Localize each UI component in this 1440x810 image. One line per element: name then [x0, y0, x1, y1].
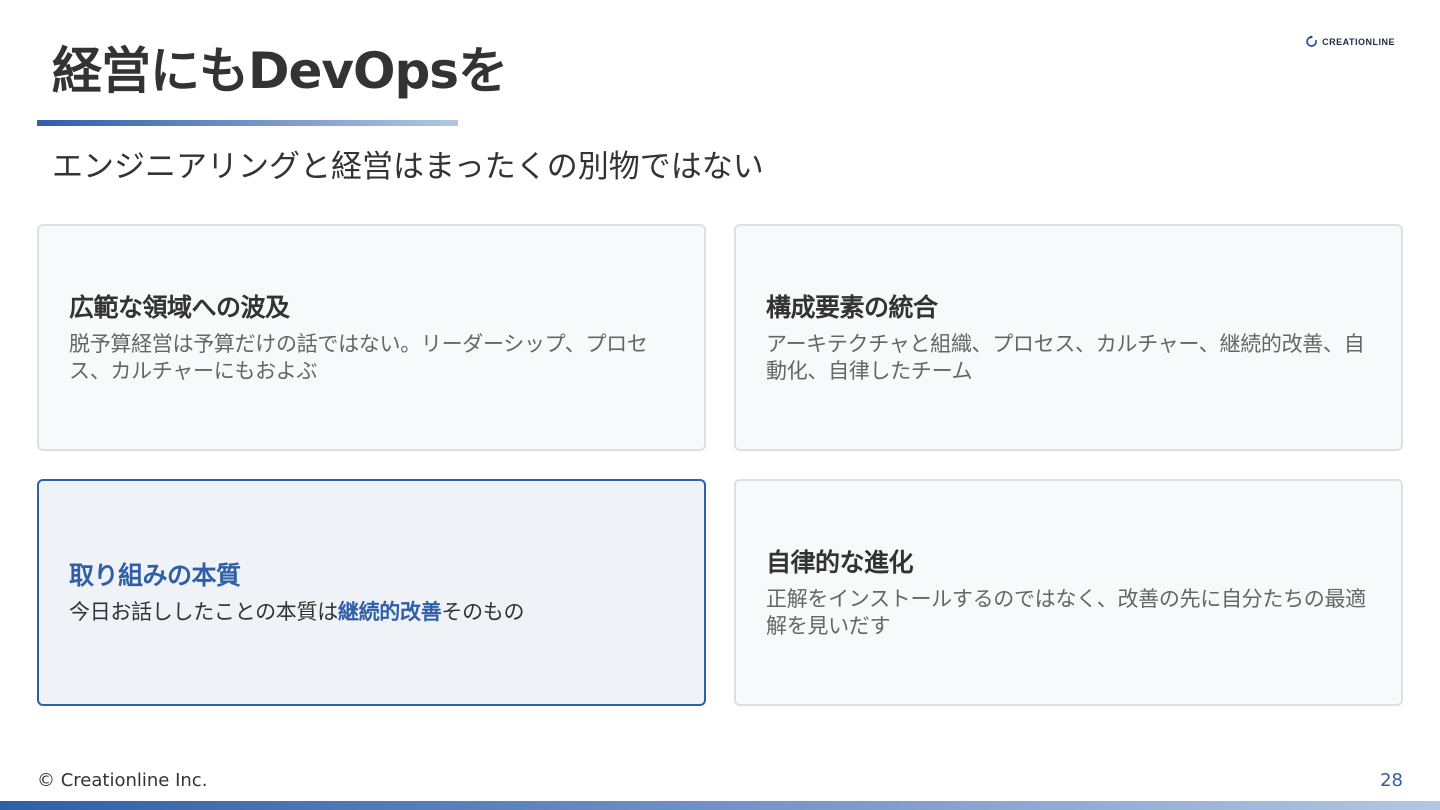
card-broad-impact: 広範な領域への波及 脱予算経営は予算だけの話ではない。リーダーシップ、プロセス、…	[37, 224, 706, 451]
card-body: 今日お話ししたことの本質は継続的改善そのもの	[69, 599, 674, 626]
card-body-emphasis: 継続的改善	[337, 600, 442, 624]
card-body-prefix: 今日お話ししたことの本質は	[69, 600, 338, 624]
creationline-logo: CREATIONLINE	[1305, 35, 1395, 48]
card-body: 正解をインストールするのではなく、改善の先に自分たちの最適解を見いだす	[766, 586, 1366, 638]
card-title: 取り組みの本質	[69, 561, 241, 590]
title-underline	[37, 120, 458, 126]
card-essence-highlighted: 取り組みの本質 今日お話ししたことの本質は継続的改善そのもの	[37, 479, 706, 706]
logo-text: CREATIONLINE	[1322, 36, 1395, 47]
card-body: アーキテクチャと組織、プロセス、カルチャー、継続的改善、自動化、自律したチーム	[766, 331, 1365, 383]
card-title: 構成要素の統合	[766, 292, 938, 322]
slide-title: 経営にもDevOpsを	[52, 42, 508, 100]
card-body: 脱予算経営は予算だけの話ではない。リーダーシップ、プロセス、カルチャーにもおよぶ	[69, 331, 648, 383]
circular-arrow-logo-icon	[1306, 35, 1318, 47]
card-autonomous-evolution: 自律的な進化 正解をインストールするのではなく、改善の先に自分たちの最適解を見い…	[734, 479, 1403, 706]
card-body-suffix: そのもの	[441, 600, 525, 624]
card-title: 広範な領域への波及	[69, 292, 290, 322]
footer-copyright: © Creationline Inc.	[37, 770, 208, 791]
card-title: 自律的な進化	[766, 547, 914, 577]
footer-gradient-bar	[0, 801, 1440, 810]
slide-subtitle: エンジニアリングと経営はまったくの別物ではない	[52, 149, 764, 185]
page-number: 28	[1380, 770, 1403, 791]
card-integration: 構成要素の統合 アーキテクチャと組織、プロセス、カルチャー、継続的改善、自動化、…	[734, 224, 1403, 451]
